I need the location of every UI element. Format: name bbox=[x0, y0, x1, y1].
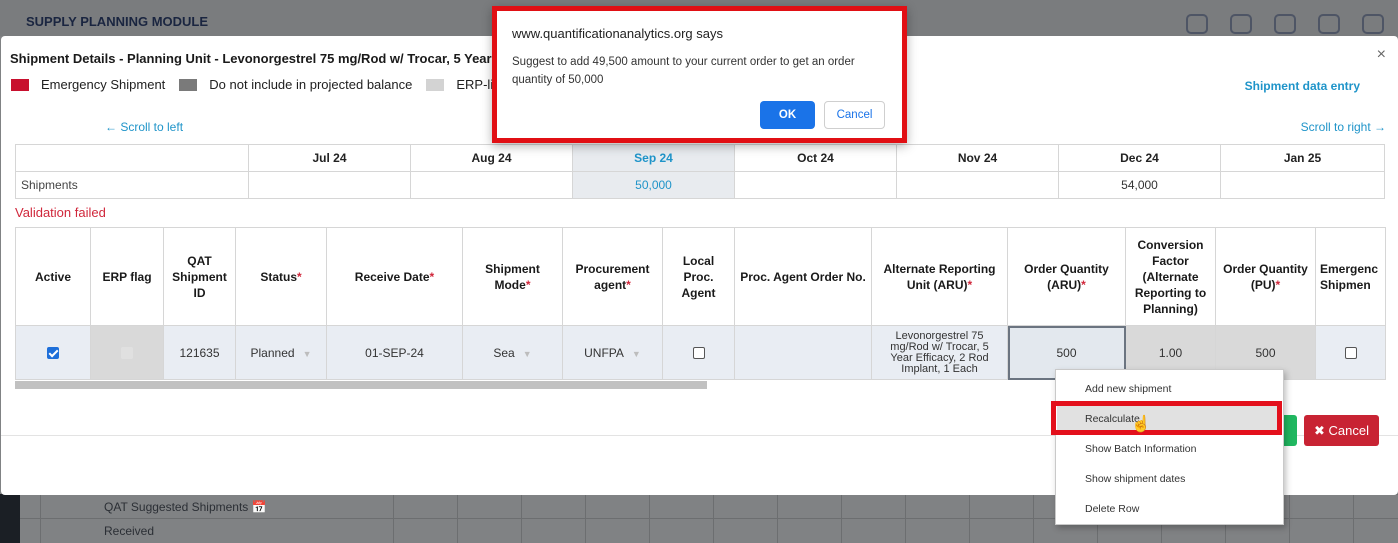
row-label: Received bbox=[104, 524, 155, 538]
emergency-swatch bbox=[11, 78, 29, 91]
alert-cancel-button[interactable]: Cancel bbox=[824, 101, 885, 129]
status-cell[interactable]: Planned ▼ bbox=[235, 325, 327, 380]
order-no-cell[interactable] bbox=[734, 325, 872, 380]
active-checkbox[interactable] bbox=[47, 347, 59, 360]
col-qty-pu: Order Quantity (PU)* bbox=[1215, 227, 1316, 326]
shipments-table: Active ERP flag QAT Shipment ID Status* … bbox=[15, 227, 1386, 380]
month-header: Jan 25 bbox=[1220, 144, 1385, 172]
db-icon[interactable] bbox=[1230, 14, 1252, 34]
shipment-cell[interactable] bbox=[410, 171, 573, 199]
shipment-data-entry-link[interactable]: Shipment data entry bbox=[1245, 79, 1360, 93]
col-local-agent: Local Proc. Agent bbox=[662, 227, 735, 326]
help-icon[interactable] bbox=[1362, 14, 1384, 34]
col-qty-aru: Order Quantity (ARU)* bbox=[1007, 227, 1126, 326]
calendar-icon[interactable]: 📅 bbox=[252, 500, 267, 514]
alert-message: Suggest to add 49,500 amount to your cur… bbox=[512, 56, 855, 86]
col-emergency: Emergenc Shipmen bbox=[1315, 227, 1386, 326]
shipment-cell[interactable]: 54,000 bbox=[1058, 171, 1221, 199]
video-icon[interactable] bbox=[1186, 14, 1208, 34]
local-agent-checkbox[interactable] bbox=[692, 347, 705, 360]
shipment-cell[interactable] bbox=[248, 171, 411, 199]
col-receive-date: Receive Date* bbox=[326, 227, 463, 326]
local-agent-cell bbox=[662, 325, 735, 380]
ok-button[interactable]: OK bbox=[760, 101, 815, 129]
menu-item-add-shipment[interactable]: Add new shipment bbox=[1085, 383, 1171, 395]
menu-item-delete-row[interactable]: Delete Row bbox=[1085, 503, 1139, 515]
context-menu: Add new shipment Recalculate Show Batch … bbox=[1055, 369, 1284, 525]
emergency-checkbox[interactable] bbox=[1344, 347, 1357, 360]
alert-dialog: www.quantificationanalytics.org says Sug… bbox=[492, 6, 907, 143]
alert-origin: www.quantificationanalytics.org says bbox=[512, 26, 723, 41]
shipment-cell[interactable] bbox=[896, 171, 1059, 199]
col-status: Status* bbox=[235, 227, 327, 326]
aru-cell[interactable]: Levonorgestrel 75 mg/Rod w/ Trocar, 5 Ye… bbox=[871, 325, 1008, 380]
col-conversion: Conversion Factor (Alternate Reporting t… bbox=[1125, 227, 1216, 326]
chevron-down-icon: ▼ bbox=[631, 348, 641, 359]
month-header: Oct 24 bbox=[734, 144, 897, 172]
left-bar bbox=[0, 494, 20, 543]
validation-message: Validation failed bbox=[15, 205, 106, 220]
alert-icon[interactable] bbox=[1318, 14, 1340, 34]
shipments-row: Shipments 50,000 54,000 bbox=[15, 171, 1385, 199]
close-icon[interactable]: × bbox=[1377, 46, 1386, 64]
module-title: SUPPLY PLANNING MODULE bbox=[26, 14, 209, 29]
scroll-left-link[interactable]: ← Scroll to left bbox=[105, 120, 183, 134]
qat-id-cell: 121635 bbox=[163, 325, 236, 380]
horizontal-scrollbar[interactable] bbox=[15, 381, 707, 389]
month-header: Nov 24 bbox=[896, 144, 1059, 172]
receive-date-cell[interactable]: 01-SEP-24 bbox=[326, 325, 463, 380]
cancel-button[interactable]: ✖ Cancel bbox=[1304, 415, 1379, 446]
scroll-right-link[interactable]: Scroll to right → bbox=[1301, 120, 1386, 134]
cloud-icon[interactable] bbox=[1274, 14, 1296, 34]
month-header: Dec 24 bbox=[1058, 144, 1221, 172]
shipment-cell[interactable] bbox=[1220, 171, 1385, 199]
months-table: Jul 24 Aug 24 Sep 24 Oct 24 Nov 24 Dec 2… bbox=[15, 144, 1385, 199]
col-qat-id: QAT Shipment ID bbox=[163, 227, 236, 326]
shipment-cell[interactable]: 50,000 bbox=[572, 171, 735, 199]
menu-item-batch-info[interactable]: Show Batch Information bbox=[1085, 443, 1196, 455]
month-header: Jul 24 bbox=[248, 144, 411, 172]
mode-cell[interactable]: Sea ▼ bbox=[462, 325, 563, 380]
erp-flag-cell bbox=[90, 325, 164, 380]
row-label: QAT Suggested Shipments 📅 bbox=[104, 500, 267, 514]
header-cell bbox=[15, 144, 249, 172]
shipment-cell[interactable] bbox=[734, 171, 897, 199]
header-icons bbox=[1186, 14, 1384, 34]
month-header: Sep 24 bbox=[572, 144, 735, 172]
col-mode: Shipment Mode* bbox=[462, 227, 563, 326]
row-label: Shipments bbox=[15, 171, 249, 199]
header-row: Active ERP flag QAT Shipment ID Status* … bbox=[15, 227, 1386, 326]
col-erp-flag: ERP flag bbox=[90, 227, 164, 326]
legend: Emergency Shipment Do not include in pro… bbox=[11, 77, 517, 92]
hand-cursor-icon: ☝ bbox=[1131, 416, 1151, 433]
menu-item-shipment-dates[interactable]: Show shipment dates bbox=[1085, 473, 1185, 485]
months-header-row: Jul 24 Aug 24 Sep 24 Oct 24 Nov 24 Dec 2… bbox=[15, 144, 1385, 172]
erp-linked-swatch bbox=[426, 78, 445, 91]
col-agent: Procurement agent* bbox=[562, 227, 663, 326]
col-order-no: Proc. Agent Order No. bbox=[734, 227, 872, 326]
agent-cell[interactable]: UNFPA ▼ bbox=[562, 325, 663, 380]
modal-title: Shipment Details - Planning Unit - Levon… bbox=[10, 51, 509, 66]
col-active: Active bbox=[15, 227, 91, 326]
chevron-down-icon: ▼ bbox=[302, 348, 312, 359]
month-header: Aug 24 bbox=[410, 144, 573, 172]
col-aru: Alternate Reporting Unit (ARU)* bbox=[871, 227, 1008, 326]
recalculate-highlight-box bbox=[1051, 401, 1282, 435]
chevron-down-icon: ▼ bbox=[522, 348, 532, 359]
do-not-include-swatch bbox=[179, 78, 198, 91]
erp-flag-checkbox bbox=[121, 347, 133, 360]
legend-label: Emergency Shipment bbox=[41, 77, 166, 92]
legend-label: Do not include in projected balance bbox=[209, 77, 413, 92]
emergency-cell bbox=[1315, 325, 1386, 380]
active-cell bbox=[15, 325, 91, 380]
